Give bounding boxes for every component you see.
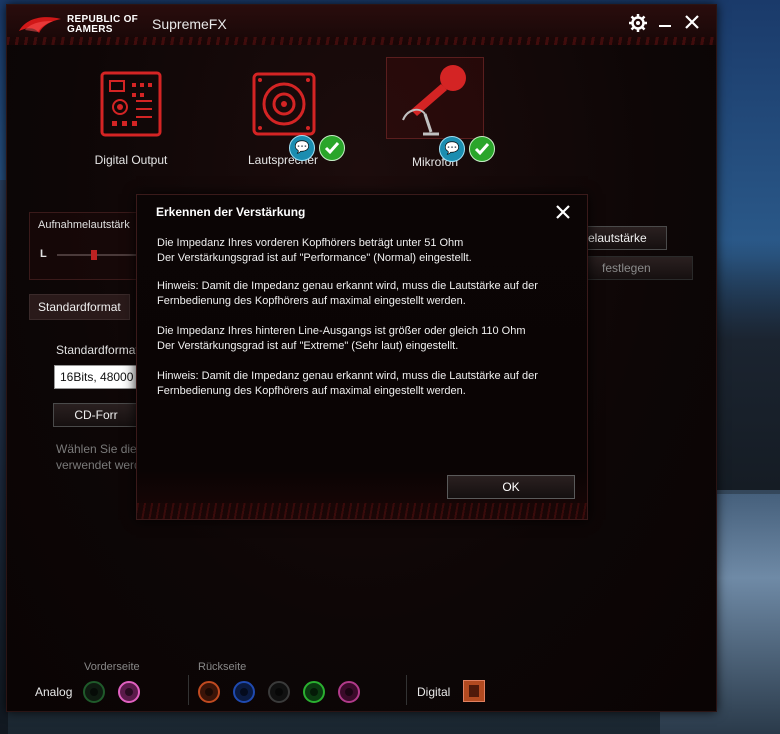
rear-jack-blue[interactable]	[233, 681, 255, 703]
dialog-paragraph-front-impedance: Die Impedanz Ihres vorderen Kopfhörers b…	[157, 236, 577, 266]
device-digital-output[interactable]: Digital Output	[81, 57, 181, 167]
paragraph-line: Fernbedienung des Kopfhörers auf maximal…	[157, 385, 466, 397]
front-jack-pink[interactable]	[118, 681, 140, 703]
analog-digital-separator	[406, 675, 407, 705]
paragraph-line: Der Verstärkungsgrad ist auf "Extreme" (…	[157, 340, 459, 352]
device-icon-box: 💬	[386, 57, 495, 162]
front-panel-label: Vorderseite	[84, 661, 140, 673]
rear-jack-green[interactable]	[303, 681, 325, 703]
device-label: Lautsprecher	[247, 153, 319, 167]
paragraph-line: Die Impedanz Ihres vorderen Kopfhörers b…	[157, 237, 464, 249]
set-button[interactable]: festlegen	[581, 256, 693, 280]
close-icon	[685, 15, 699, 29]
device-icon-box	[83, 57, 179, 137]
analog-label: Analog	[35, 685, 73, 699]
digital-output-icon	[100, 71, 162, 137]
format-select[interactable]: 16Bits, 48000 H	[54, 365, 143, 389]
chat-icon: 💬	[439, 136, 465, 162]
microphone-icon	[402, 65, 466, 136]
rear-panel-label: Rückseite	[198, 661, 247, 673]
close-icon	[556, 205, 570, 219]
tab-standardformat[interactable]: Standardformat	[29, 294, 130, 320]
gain-detection-dialog: Erkennen der Verstärkung Die Impedanz Ih…	[136, 194, 588, 520]
title-bar: REPUBLIC OF GAMERS SupremeFX	[7, 5, 716, 45]
paragraph-line: Der Verstärkungsgrad ist auf "Performanc…	[157, 252, 472, 264]
format-hint: Wählen Sie die verwendet werd	[56, 441, 141, 473]
minimize-icon	[659, 25, 671, 27]
front-jack-green[interactable]	[83, 681, 105, 703]
volume-button[interactable]: elautstärke	[581, 226, 667, 250]
window-close-button[interactable]	[682, 14, 702, 34]
slider-left-label: L	[40, 248, 47, 260]
paragraph-line: Fernbedienung des Kopfhörers auf maximal…	[157, 295, 466, 307]
paragraph-line: Hinweis: Damit die Impedanz genau erkann…	[157, 370, 538, 382]
rog-logo-icon	[19, 17, 61, 33]
paragraph-line: Hinweis: Damit die Impedanz genau erkann…	[157, 280, 538, 292]
check-icon	[319, 135, 345, 161]
settings-button[interactable]	[628, 14, 648, 34]
recording-volume-label: Aufnahmelautstärk	[38, 219, 130, 231]
dialog-paragraph-rear-hint: Hinweis: Damit die Impedanz genau erkann…	[157, 369, 577, 399]
device-label: Digital Output	[94, 153, 168, 167]
recording-volume-slider-knob[interactable]	[91, 250, 97, 260]
format-hint-line-2: verwendet werd	[56, 458, 141, 472]
device-icon-box: 💬	[235, 57, 345, 161]
rear-jack-orange[interactable]	[198, 681, 220, 703]
app-title: SupremeFX	[152, 16, 227, 32]
brand-line-2: GAMERS	[67, 24, 113, 35]
dialog-bottom-stripe	[137, 503, 587, 519]
ok-button[interactable]: OK	[447, 475, 575, 499]
rear-jack-pink[interactable]	[338, 681, 360, 703]
cd-format-button[interactable]: CD-Forr	[53, 403, 139, 427]
format-label: Standardformat	[56, 343, 139, 357]
volume-button-label: elautstärke	[588, 231, 647, 245]
set-button-label: festlegen	[602, 261, 651, 275]
dialog-close-button[interactable]	[553, 203, 573, 223]
digital-port-icon[interactable]	[463, 680, 485, 702]
device-speaker[interactable]: 💬 Lautsprecher	[233, 57, 345, 167]
recording-volume-slider[interactable]	[57, 254, 137, 256]
digital-port-slot	[469, 685, 479, 697]
paragraph-line: Die Impedanz Ihres hinteren Line-Ausgang…	[157, 325, 526, 337]
speaker-icon	[252, 72, 316, 136]
chat-icon: 💬	[289, 135, 315, 161]
digital-label: Digital	[417, 685, 451, 699]
front-rear-separator	[188, 675, 189, 705]
check-icon	[469, 136, 495, 162]
dialog-title: Erkennen der Verstärkung	[156, 205, 306, 219]
minimize-button[interactable]	[655, 14, 675, 34]
gear-icon	[629, 14, 647, 32]
rear-jack-black[interactable]	[268, 681, 290, 703]
format-hint-line-1: Wählen Sie die	[56, 442, 137, 456]
device-microphone[interactable]: 💬 Mikrofon	[385, 57, 495, 169]
brand-text: REPUBLIC OF GAMERS	[67, 15, 138, 35]
dialog-paragraph-front-hint: Hinweis: Damit die Impedanz genau erkann…	[157, 279, 577, 309]
dialog-paragraph-rear-impedance: Die Impedanz Ihres hinteren Line-Ausgang…	[157, 324, 577, 354]
title-bar-stripe	[7, 37, 716, 45]
